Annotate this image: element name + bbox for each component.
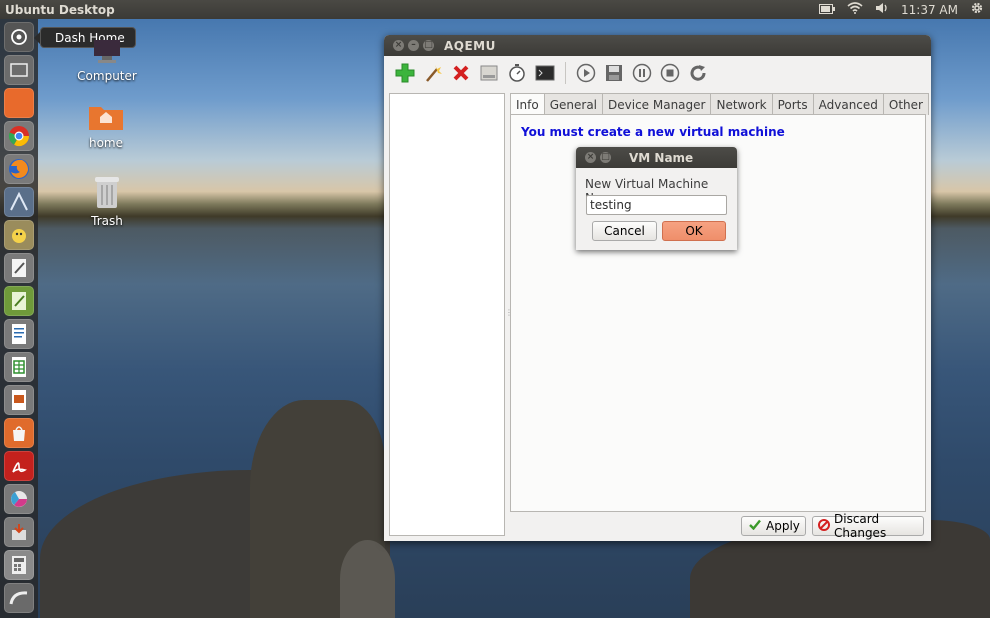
cancel-icon bbox=[818, 518, 830, 534]
tab-bar: Info General Device Manager Network Port… bbox=[510, 93, 929, 116]
software-center-icon[interactable] bbox=[4, 418, 34, 448]
minimize-icon[interactable]: – bbox=[408, 40, 419, 51]
workspace-switcher-icon[interactable] bbox=[4, 55, 34, 85]
discard-label: Discard Changes bbox=[834, 512, 887, 540]
toolbar bbox=[384, 56, 931, 90]
pause-icon[interactable] bbox=[631, 62, 653, 84]
tab-ports[interactable]: Ports bbox=[771, 93, 814, 115]
tab-info[interactable]: Info bbox=[510, 93, 545, 116]
image-viewer-icon[interactable] bbox=[4, 484, 34, 514]
checkmark-icon bbox=[749, 519, 761, 533]
workspace-icon[interactable] bbox=[4, 583, 34, 613]
desktop-icon-computer[interactable]: Computer bbox=[72, 40, 142, 83]
pdf-reader-icon[interactable] bbox=[4, 451, 34, 481]
wifi-icon[interactable] bbox=[847, 2, 863, 17]
vm-list[interactable] bbox=[389, 93, 505, 536]
apply-button[interactable]: Apply bbox=[741, 516, 806, 536]
play-icon[interactable] bbox=[575, 62, 597, 84]
text-editor-icon[interactable] bbox=[4, 253, 34, 283]
cancel-button[interactable]: Cancel bbox=[592, 221, 657, 241]
desktop-title: Ubuntu Desktop bbox=[5, 2, 115, 17]
calculator-icon[interactable] bbox=[4, 550, 34, 580]
delete-icon[interactable] bbox=[450, 62, 472, 84]
desktop-icon-label: Trash bbox=[91, 214, 123, 228]
dialog-titlebar[interactable]: × □ VM Name bbox=[576, 147, 737, 168]
inkscape-icon[interactable] bbox=[4, 187, 34, 217]
desktop-icon-label: home bbox=[88, 136, 124, 150]
writer-icon[interactable] bbox=[4, 319, 34, 349]
window-titlebar[interactable]: × – □ AQEMU bbox=[384, 35, 931, 56]
wizard-icon[interactable] bbox=[422, 62, 444, 84]
toolbar-separator bbox=[565, 62, 566, 84]
stop-icon[interactable] bbox=[659, 62, 681, 84]
vm-name-input[interactable] bbox=[586, 195, 727, 215]
tab-network[interactable]: Network bbox=[710, 93, 773, 115]
indicator-area: 11:37 AM bbox=[819, 1, 984, 18]
wallpaper-rock bbox=[340, 540, 395, 618]
files-icon[interactable] bbox=[4, 88, 34, 118]
pidgin-icon[interactable] bbox=[4, 220, 34, 250]
dash-home-icon[interactable] bbox=[4, 22, 34, 52]
computer-icon bbox=[72, 40, 142, 67]
trash-icon bbox=[72, 175, 142, 212]
reload-icon[interactable] bbox=[687, 62, 709, 84]
impress-icon[interactable] bbox=[4, 385, 34, 415]
clock[interactable]: 11:37 AM bbox=[901, 3, 958, 17]
gear-icon[interactable] bbox=[970, 1, 984, 18]
desktop-icon-home[interactable]: home bbox=[71, 103, 141, 150]
volume-icon[interactable] bbox=[875, 2, 889, 17]
home-folder-icon bbox=[71, 103, 141, 134]
apply-label: Apply bbox=[766, 519, 800, 533]
desktop-icon-label: Computer bbox=[77, 69, 137, 83]
terminal-icon[interactable] bbox=[534, 62, 556, 84]
discard-changes-button[interactable]: Discard Changes bbox=[812, 512, 924, 540]
window-title: AQEMU bbox=[444, 38, 496, 53]
ok-button[interactable]: OK bbox=[662, 221, 726, 241]
disk-icon[interactable] bbox=[478, 62, 500, 84]
aqemu-window: × – □ AQEMU ⋮ Info General Device Manage… bbox=[384, 35, 931, 541]
close-icon[interactable]: × bbox=[585, 152, 596, 163]
tab-advanced[interactable]: Advanced bbox=[812, 93, 884, 115]
tab-general[interactable]: General bbox=[543, 93, 604, 115]
add-icon[interactable] bbox=[394, 62, 416, 84]
info-message: You must create a new virtual machine bbox=[521, 125, 785, 139]
dialog-title: VM Name bbox=[629, 150, 694, 165]
maximize-icon[interactable]: □ bbox=[600, 152, 611, 163]
system-installer-icon[interactable] bbox=[4, 517, 34, 547]
maximize-icon[interactable]: □ bbox=[423, 40, 434, 51]
battery-icon[interactable] bbox=[819, 3, 836, 17]
desktop-icon-trash[interactable]: Trash bbox=[72, 175, 142, 228]
launcher bbox=[0, 19, 38, 618]
close-icon[interactable]: × bbox=[393, 40, 404, 51]
firefox-icon[interactable] bbox=[4, 154, 34, 184]
top-panel: Ubuntu Desktop 11:37 AM bbox=[0, 0, 990, 19]
calc-icon[interactable] bbox=[4, 352, 34, 382]
timer-icon[interactable] bbox=[506, 62, 528, 84]
gedit-icon[interactable] bbox=[4, 286, 34, 316]
chromium-icon[interactable] bbox=[4, 121, 34, 151]
vm-name-dialog: × □ VM Name New Virtual Machine Name: Ca… bbox=[576, 147, 737, 250]
tab-other[interactable]: Other bbox=[882, 93, 929, 115]
save-icon[interactable] bbox=[603, 62, 625, 84]
tab-device-manager[interactable]: Device Manager bbox=[602, 93, 712, 115]
